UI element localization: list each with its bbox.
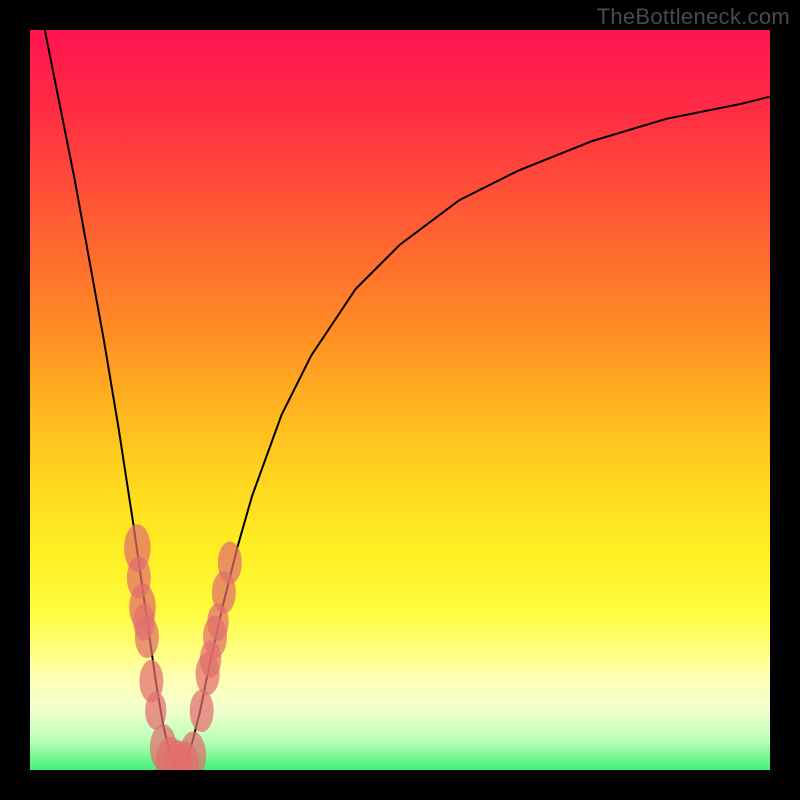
watermark-text: TheBottleneck.com [597, 4, 790, 30]
highlighted-points [124, 524, 242, 770]
marker-point [145, 692, 166, 730]
marker-point [180, 732, 207, 771]
marker-point [190, 690, 214, 733]
chart-frame: TheBottleneck.com [0, 0, 800, 800]
marker-point [135, 616, 159, 659]
plot-area [30, 30, 770, 770]
curve-layer [30, 30, 770, 770]
bottleneck-curve [45, 30, 770, 770]
marker-point [218, 542, 242, 585]
